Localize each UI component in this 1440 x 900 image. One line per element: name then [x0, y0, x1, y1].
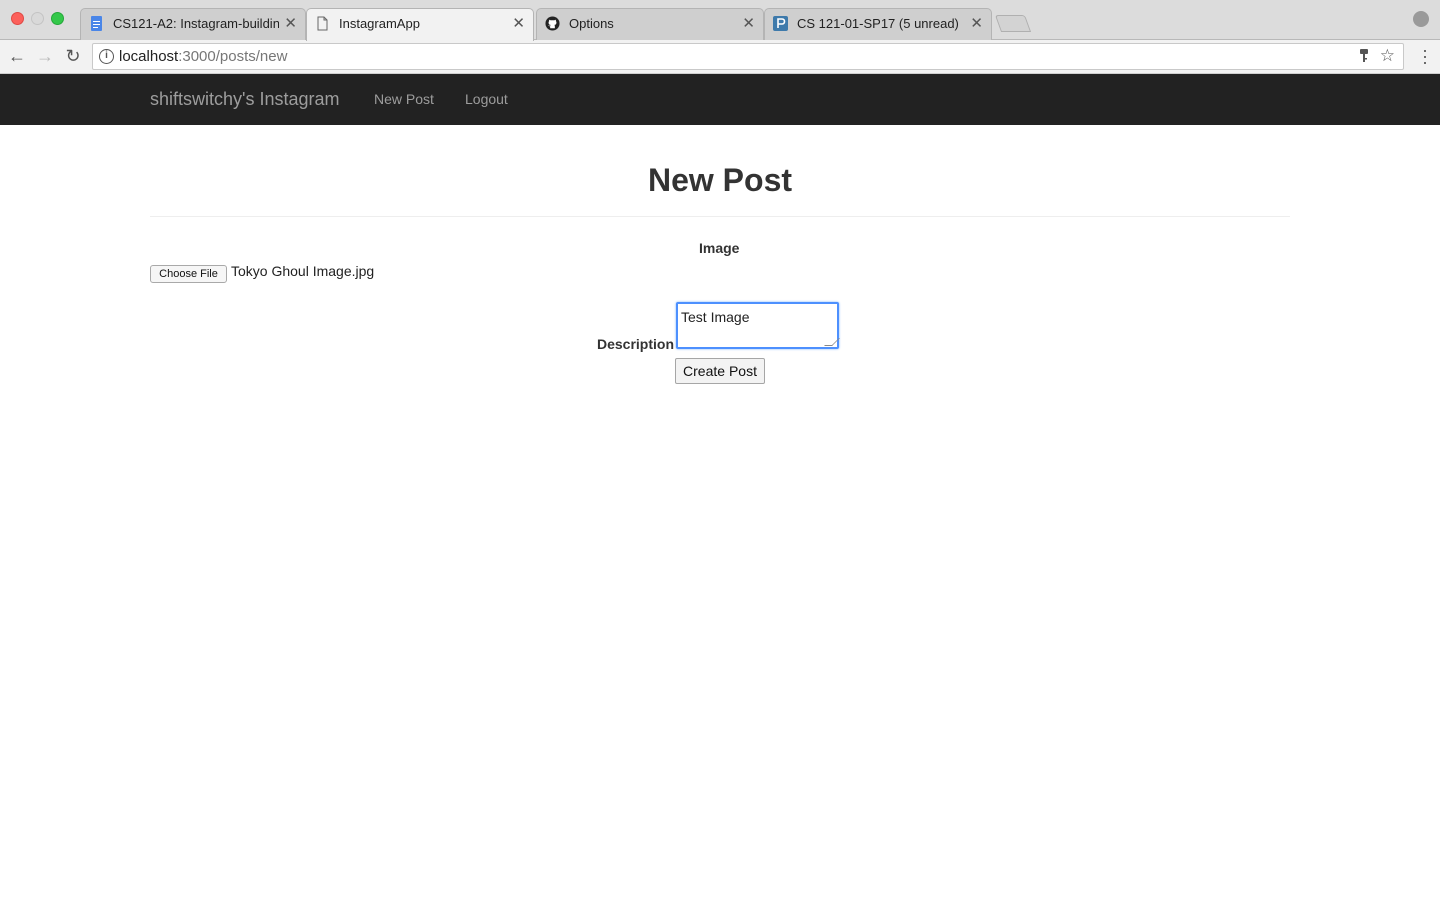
- app-navbar: shiftswitchy's Instagram New Post Logout: [0, 74, 1440, 125]
- menu-icon[interactable]: · · ·: [1422, 41, 1428, 71]
- tab-title: CS 121-01-SP17 (5 unread): [797, 16, 959, 31]
- address-bar[interactable]: i localhost:3000/posts/new ☆: [92, 43, 1404, 70]
- browser-toolbar: ← → ↻ i localhost:3000/posts/new ☆ · · ·: [0, 40, 1440, 74]
- profile-icon[interactable]: [1413, 11, 1429, 27]
- piazza-icon: [773, 16, 788, 31]
- tab-title: InstagramApp: [339, 16, 420, 31]
- bookmark-star-icon[interactable]: ☆: [1380, 46, 1395, 66]
- tab-piazza[interactable]: CS 121-01-SP17 (5 unread) ✕: [764, 8, 992, 40]
- description-textarea[interactable]: Test Image: [676, 302, 840, 349]
- new-tab-button[interactable]: [994, 15, 1032, 32]
- document-icon: [317, 16, 328, 31]
- divider: [150, 216, 1290, 217]
- selected-file-name: Tokyo Ghoul Image.jpg: [231, 263, 375, 279]
- close-tab-icon[interactable]: ✕: [512, 14, 525, 32]
- tab-title: CS121-A2: Instagram-building: [113, 16, 279, 31]
- maximize-window-button[interactable]: [51, 12, 64, 25]
- forward-arrow-icon[interactable]: →: [33, 44, 57, 68]
- browser-tab-bar: CS121-A2: Instagram-building ✕ Instagram…: [0, 0, 1440, 41]
- tab-options[interactable]: Options ✕: [536, 8, 764, 40]
- resize-handle-icon[interactable]: [824, 338, 840, 346]
- google-docs-icon: [91, 16, 102, 31]
- info-icon[interactable]: i: [99, 49, 114, 64]
- back-arrow-icon[interactable]: ←: [5, 44, 29, 68]
- tab-title: Options: [569, 16, 614, 31]
- description-value: Test Image: [681, 309, 750, 325]
- reload-icon[interactable]: ↻: [61, 44, 85, 68]
- navbar-brand[interactable]: shiftswitchy's Instagram: [150, 89, 340, 110]
- close-tab-icon[interactable]: ✕: [970, 14, 983, 32]
- close-tab-icon[interactable]: ✕: [284, 14, 297, 32]
- github-icon: [545, 16, 560, 31]
- close-window-button[interactable]: [11, 12, 24, 25]
- page-title: New Post: [647, 162, 793, 198]
- tab-instagramapp[interactable]: InstagramApp ✕: [306, 8, 534, 41]
- key-icon[interactable]: [1359, 48, 1369, 64]
- url-text: localhost:3000/posts/new: [119, 48, 288, 65]
- description-label: Description: [597, 336, 675, 352]
- choose-file-button[interactable]: Choose File: [150, 265, 227, 283]
- image-label: Image: [699, 240, 740, 256]
- nav-link-new-post[interactable]: New Post: [374, 91, 434, 107]
- create-post-button[interactable]: Create Post: [675, 358, 765, 384]
- minimize-window-button[interactable]: [31, 12, 44, 25]
- tab-cs121-docs[interactable]: CS121-A2: Instagram-building ✕: [80, 8, 306, 40]
- close-tab-icon[interactable]: ✕: [742, 14, 755, 32]
- nav-link-logout[interactable]: Logout: [465, 91, 508, 107]
